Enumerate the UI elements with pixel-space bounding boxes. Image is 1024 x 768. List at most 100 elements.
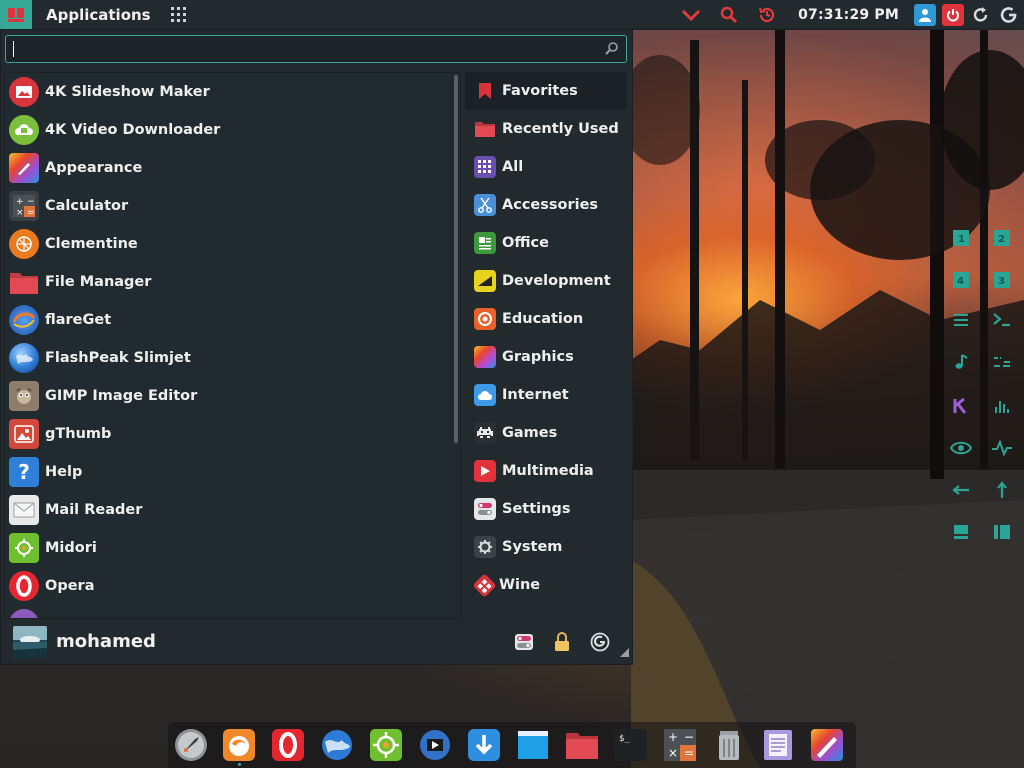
education-icon — [474, 308, 496, 330]
app-item-gthumb[interactable]: gThumb — [5, 415, 445, 453]
gthumb-icon — [9, 419, 39, 449]
svg-text:1: 1 — [958, 234, 965, 245]
svg-text:=: = — [684, 746, 694, 760]
applications-list[interactable]: 4K Slideshow Maker 4K Video Downloader A… — [4, 72, 461, 619]
panel-clock[interactable]: 07:31:29 PM — [798, 7, 899, 23]
workspace-1-icon[interactable]: 1 — [949, 226, 973, 250]
calculator-icon: + − × = — [9, 191, 39, 221]
history-icon[interactable] — [748, 0, 786, 29]
app-label: Help — [45, 464, 83, 480]
category-games[interactable]: Games — [465, 414, 627, 452]
username: mohamed — [56, 631, 156, 652]
app-label: File Manager — [45, 274, 152, 290]
logout-icon[interactable] — [589, 631, 611, 653]
dock-folder-icon[interactable] — [565, 728, 599, 762]
wine-icon — [472, 572, 497, 598]
workspace-3-icon[interactable]: 3 — [990, 268, 1014, 292]
category-education[interactable]: Education — [465, 300, 627, 338]
dock-terminal-icon[interactable]: $_ — [614, 728, 648, 762]
menu-lines-icon[interactable] — [949, 308, 973, 332]
appearance-brush-icon — [9, 153, 39, 183]
app-label: flareGet — [45, 312, 112, 328]
category-system[interactable]: System — [465, 528, 627, 566]
app-label: Calculator — [45, 198, 129, 214]
app-item-midori[interactable]: Midori — [5, 529, 445, 567]
applications-menu-button[interactable]: Applications — [46, 6, 151, 24]
svg-text:−: − — [684, 730, 694, 744]
application-menu: 4K Slideshow Maker 4K Video Downloader A… — [0, 29, 633, 665]
app-item-appearance[interactable]: Appearance — [5, 149, 445, 187]
search-input[interactable] — [6, 36, 594, 64]
music-note-icon[interactable] — [949, 350, 973, 374]
bar-chart-icon[interactable] — [990, 394, 1014, 418]
dock-calculator-icon[interactable]: + − × = — [663, 728, 697, 762]
dock-video-player-icon[interactable] — [418, 728, 452, 762]
category-office[interactable]: Office — [465, 224, 627, 262]
arrow-up-icon[interactable] — [990, 478, 1014, 502]
category-label: Multimedia — [502, 463, 594, 479]
category-favorites[interactable]: Favorites — [465, 72, 627, 110]
chevron-down-icon[interactable] — [672, 0, 710, 29]
app-item-clementine[interactable]: Clementine — [5, 225, 445, 263]
menu-logo-icon[interactable] — [0, 0, 32, 29]
dock-launcher-icon[interactable] — [174, 728, 208, 762]
top-panel: Applications 07:31:29 PM — [0, 0, 1024, 30]
app-item-calculator[interactable]: + − × = Calculator — [5, 187, 445, 225]
app-item-4k-slideshow-maker[interactable]: 4K Slideshow Maker — [5, 73, 445, 111]
dock-downloader-icon[interactable] — [467, 728, 501, 762]
app-item-help[interactable]: ? Help — [5, 453, 445, 491]
dock-opera-icon[interactable] — [271, 728, 305, 762]
arrow-left-icon[interactable] — [949, 478, 973, 502]
user-bar: mohamed — [1, 618, 632, 664]
activity-pulse-icon[interactable] — [990, 436, 1014, 460]
app-item-flareget[interactable]: flareGet — [5, 301, 445, 339]
category-wine[interactable]: Wine — [465, 566, 627, 604]
dock-midori-icon[interactable] — [369, 728, 403, 762]
category-all[interactable]: All — [465, 148, 627, 186]
app-grid-icon[interactable] — [170, 7, 186, 22]
eye-icon[interactable] — [949, 436, 973, 460]
avatar[interactable] — [13, 626, 47, 658]
clementine-icon — [9, 229, 39, 259]
sound-levels-icon[interactable] — [990, 350, 1014, 374]
workspace-2-icon[interactable]: 2 — [990, 226, 1014, 250]
search-box[interactable] — [5, 35, 627, 64]
workspace-4-icon[interactable]: 4 — [949, 268, 973, 292]
category-graphics[interactable]: Graphics — [465, 338, 627, 376]
dock-appearance-icon[interactable] — [810, 728, 844, 762]
scrollbar[interactable] — [454, 75, 458, 443]
lock-icon[interactable] — [551, 631, 573, 653]
app-item-opera[interactable]: Opera — [5, 567, 445, 605]
svg-text:4: 4 — [957, 276, 964, 287]
google-g-icon[interactable] — [998, 4, 1020, 26]
search-icon[interactable] — [710, 0, 748, 29]
power-icon[interactable] — [942, 3, 964, 26]
refresh-icon[interactable] — [970, 4, 992, 26]
category-internet[interactable]: Internet — [465, 376, 627, 414]
layout-bottom-icon[interactable] — [949, 520, 973, 544]
dock-slimjet-icon[interactable] — [320, 728, 354, 762]
dock-text-editor-icon[interactable] — [761, 728, 795, 762]
terminal-prompt-icon[interactable] — [990, 308, 1014, 332]
dock-firefox-icon[interactable] — [222, 728, 256, 766]
category-label: Internet — [502, 387, 569, 403]
resize-grip-icon[interactable] — [620, 642, 629, 661]
layout-side-icon[interactable] — [990, 520, 1014, 544]
dock-desktop-icon[interactable] — [516, 728, 550, 762]
app-item-file-manager[interactable]: File Manager — [5, 263, 445, 301]
app-item-mail-reader[interactable]: Mail Reader — [5, 491, 445, 529]
user-icon[interactable] — [914, 3, 936, 26]
category-accessories[interactable]: Accessories — [465, 186, 627, 224]
app-item-partial[interactable] — [5, 605, 445, 618]
category-multimedia[interactable]: Multimedia — [465, 452, 627, 490]
app-item-gimp[interactable]: GIMP Image Editor — [5, 377, 445, 415]
dock-trash-icon[interactable] — [712, 728, 746, 762]
category-settings[interactable]: Settings — [465, 490, 627, 528]
kde-connect-icon[interactable] — [949, 394, 973, 418]
category-development[interactable]: Development — [465, 262, 627, 300]
svg-text:×: × — [16, 208, 24, 217]
app-item-4k-video-downloader[interactable]: 4K Video Downloader — [5, 111, 445, 149]
category-recently-used[interactable]: Recently Used — [465, 110, 627, 148]
app-item-flashpeak-slimjet[interactable]: FlashPeak Slimjet — [5, 339, 445, 377]
settings-toggle-button[interactable] — [513, 631, 535, 653]
